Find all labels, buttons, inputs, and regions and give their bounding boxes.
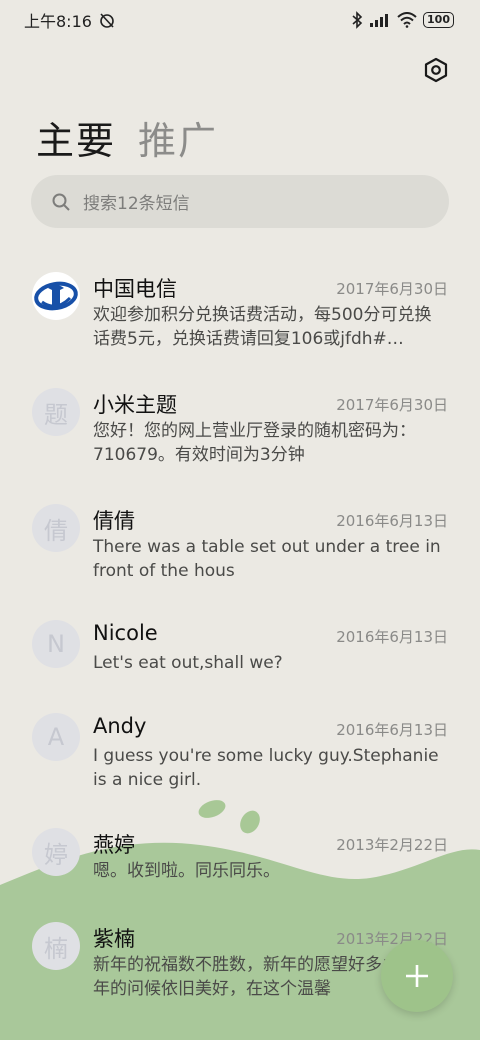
contact-avatar: 题 <box>32 388 80 436</box>
tab-main[interactable]: 主要 <box>36 110 116 165</box>
contact-avatar: A <box>32 713 80 761</box>
compose-button[interactable] <box>381 940 453 1012</box>
contact-name: 紫楠 <box>93 927 135 951</box>
contact-name: 小米主题 <box>93 393 177 417</box>
contact-name: Nicole <box>93 621 158 645</box>
contact-name: 燕婷 <box>93 833 135 857</box>
contact-avatar: 楠 <box>32 922 80 970</box>
signal-icon <box>370 14 389 27</box>
bluetooth-icon <box>352 11 363 29</box>
wifi-icon <box>397 12 417 28</box>
settings-hexagon-icon <box>424 57 448 83</box>
battery-icon: 100 <box>423 12 454 28</box>
status-left: 上午8:16 <box>24 8 116 32</box>
tab-bar: 主要 推广 <box>36 110 218 165</box>
telecom-logo-graphic <box>34 281 78 311</box>
message-preview: There was a table set out under a tree i… <box>93 537 441 581</box>
status-time: 上午8:16 <box>24 12 92 31</box>
message-date: 2016年6月13日 <box>336 628 448 646</box>
settings-button[interactable] <box>420 54 452 86</box>
contact-avatar: N <box>32 620 80 668</box>
message-date: 2016年6月13日 <box>336 512 448 530</box>
china-telecom-logo-icon <box>32 272 80 320</box>
search-placeholder: 搜索12条短信 <box>83 194 190 214</box>
contact-name: 倩倩 <box>93 509 135 533</box>
message-preview: 欢迎参加积分兑换话费活动，每500分可兑换话费5元，兑换话费请回复106或jfd… <box>93 305 432 349</box>
search-icon <box>52 193 70 211</box>
tab-promotions[interactable]: 推广 <box>138 110 218 165</box>
message-date: 2013年2月22日 <box>336 836 448 854</box>
contact-avatar: 倩 <box>32 504 80 552</box>
status-right: 100 <box>351 11 454 29</box>
message-date: 2016年6月13日 <box>336 721 448 739</box>
search-bar[interactable]: 搜索12条短信 <box>31 175 449 228</box>
status-bar: 上午8:16 100 <box>0 0 480 40</box>
message-preview: I guess you're some lucky guy.Stephanie … <box>93 746 439 790</box>
contact-name: Andy <box>93 714 147 738</box>
message-preview: 嗯。收到啦。同乐同乐。 <box>93 861 280 881</box>
mute-alarm-icon <box>100 13 114 28</box>
plus-icon <box>406 965 428 987</box>
message-date: 2017年6月30日 <box>336 280 448 298</box>
contact-avatar: 婷 <box>32 828 80 876</box>
message-date: 2017年6月30日 <box>336 396 448 414</box>
message-preview: 您好！您的网上营业厅登录的随机密码为：710679。有效时间为3分钟 <box>93 421 416 465</box>
message-preview: Let's eat out,shall we? <box>93 653 283 673</box>
contact-name: 中国电信 <box>93 277 177 301</box>
